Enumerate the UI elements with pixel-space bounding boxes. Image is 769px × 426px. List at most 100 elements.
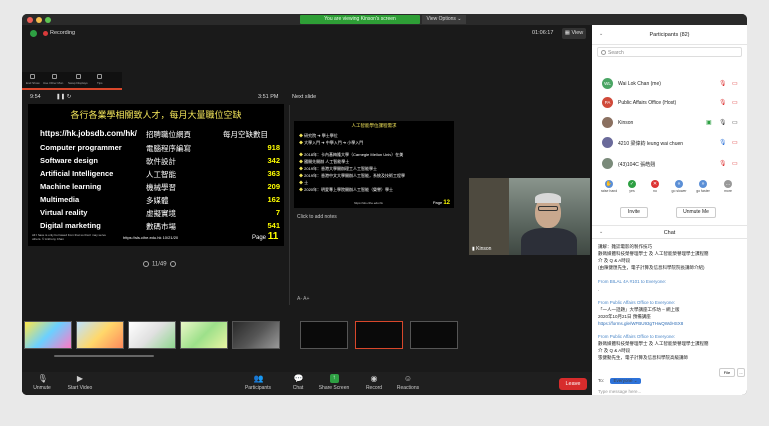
file-button[interactable]: File	[719, 368, 735, 377]
slide-thumbnail[interactable]	[128, 321, 176, 349]
video-off-icon[interactable]: ▭	[732, 99, 738, 106]
unmute-button[interactable]: 🎙 Unmute	[24, 374, 60, 391]
minimize-window-button[interactable]	[36, 17, 42, 23]
chat-input[interactable]: Type message here...	[598, 389, 641, 394]
job-count: 162	[267, 195, 280, 204]
prev-slide-icon[interactable]	[143, 261, 149, 267]
invite-button[interactable]: Invite	[620, 207, 648, 218]
participant-row[interactable]: WL Wai Lok Chan (me) 🎙 ▭	[592, 76, 747, 94]
pause-icon[interactable]: ❚❚ ↻	[56, 94, 71, 100]
chat-line: 介 及 Q & A時段	[598, 348, 631, 353]
job-zh: 電腦程序編寫	[146, 144, 191, 153]
view-button[interactable]: ▦ View	[562, 28, 586, 39]
start-video-button[interactable]: ▶ Start Video	[62, 374, 98, 391]
next-slide-title: 人工智能學位課程需求	[351, 123, 397, 128]
leave-button[interactable]: Leave	[559, 378, 587, 390]
participant-row[interactable]: (43)104C 張皓翹 🎙 ▭	[592, 156, 747, 174]
slide-pager: 11/49	[140, 261, 179, 268]
go-slower-button[interactable]: «go slower	[668, 180, 690, 193]
share-screen-button[interactable]: ↑ Share Screen	[316, 374, 352, 391]
reaction-label: go slower	[671, 189, 687, 193]
slide-row: Software design 軟件設計 342	[40, 156, 280, 168]
job-count: 363	[267, 169, 280, 178]
participant-row[interactable]: PA Public Affairs Office (Host) 🎙 ▭	[592, 95, 747, 113]
job-count: 918	[267, 143, 280, 152]
mic-muted-icon[interactable]: 🎙	[719, 99, 727, 106]
check-icon: ✓	[628, 180, 636, 188]
page-label: Page	[252, 235, 267, 241]
slide-thumbnail[interactable]	[232, 321, 280, 349]
video-shelf	[469, 178, 509, 255]
shield-icon[interactable]	[30, 30, 37, 37]
next-slide-icon[interactable]	[169, 261, 176, 267]
video-person-hair	[535, 193, 561, 203]
reaction-label: more	[724, 189, 732, 193]
end-show-icon[interactable]	[30, 74, 35, 79]
end-show-label: End Show	[26, 81, 40, 85]
mic-muted-icon[interactable]: 🎙	[719, 80, 727, 87]
font-size-controls[interactable]: A- A+	[297, 296, 309, 302]
next-slide-line: 國開先開辦 人工智能學士	[299, 159, 349, 165]
unmute-label: Unmute	[33, 385, 51, 391]
current-time: 3:51 PM	[258, 94, 279, 100]
slide-thumbnail[interactable]	[300, 321, 348, 349]
participants-button[interactable]: 👥 Participants	[240, 374, 276, 391]
video-off-icon[interactable]: ▭	[732, 80, 738, 87]
speaker-notes[interactable]: Click to add notes	[297, 214, 337, 220]
go-faster-button[interactable]: » go faster	[692, 180, 714, 193]
slide-row: Computer programmer 電腦程序編寫 918	[40, 143, 280, 155]
participant-row[interactable]: 4210 梁偉鈞 leung wai chuen 🎙 ▭	[592, 135, 747, 153]
job-en: Software design	[40, 156, 98, 165]
job-en: Artificial Intelligence	[40, 169, 114, 178]
slide-thumbnail[interactable]	[180, 321, 228, 349]
unmute-me-button[interactable]: Unmute Me	[676, 207, 716, 218]
slide-row: Virtual reality 虛擬實境 7	[40, 208, 280, 220]
chat-link[interactable]: https://forms.gle/WFBU93gTHwQWdHSX8	[598, 321, 738, 326]
next-slide-line: 2019年：香港中文大學開辦人工智能，系統及技術工程學	[299, 173, 405, 179]
monitor-icon[interactable]	[52, 74, 57, 79]
side-panel: ⌄ Participants (82) Search WL Wai Lok Ch…	[592, 25, 747, 395]
video-tile-kinson[interactable]: ▮ Kinson	[469, 178, 590, 255]
mic-muted-icon[interactable]: 🎙	[719, 160, 727, 167]
participant-name: 4210 梁偉鈞 leung wai chuen	[618, 141, 684, 147]
x-icon: ✕	[651, 180, 659, 188]
participant-search[interactable]: Search	[597, 47, 742, 57]
swap-icon[interactable]	[76, 74, 81, 79]
mic-icon[interactable]: 🎙	[719, 139, 727, 146]
view-options-button[interactable]: View Options ⌄	[422, 15, 466, 24]
participant-row[interactable]: Kinson ▣ 🎙 ▭	[592, 115, 747, 133]
mic-icon[interactable]: 🎙	[719, 119, 727, 126]
slide-thumbnail[interactable]	[76, 321, 124, 349]
video-off-icon[interactable]: ▭	[732, 160, 738, 167]
chat-line: .	[598, 287, 600, 292]
chat-button[interactable]: 💬 Chat	[280, 374, 316, 391]
chat-sender: From Public Affairs Office to Everyone:	[598, 334, 676, 339]
participants-label: Participants	[244, 385, 272, 391]
slide-thumbnail[interactable]	[24, 321, 72, 349]
share-screen-icon: ↑	[329, 374, 339, 383]
slide-url: https://hk.jobsdb.com/hk/	[40, 129, 137, 138]
recipient-dropdown[interactable]: Everyone ⌄	[610, 378, 641, 384]
raise-hand-button[interactable]: ✋ raise hand	[598, 180, 620, 193]
more-reactions-button[interactable]: … more	[717, 180, 739, 193]
video-icon[interactable]: ▭	[732, 119, 738, 126]
slide-row: Machine learning 機械學習 209	[40, 182, 280, 194]
zoom-window-button[interactable]	[45, 17, 51, 23]
yes-button[interactable]: ✓ yes	[621, 180, 643, 193]
slide-thumbnail-current[interactable]	[355, 321, 403, 349]
video-off-icon[interactable]: ▭	[732, 139, 738, 146]
tips-icon[interactable]	[97, 74, 102, 79]
swap-displays-label: Swap Displays	[68, 81, 88, 85]
chat-more-button[interactable]: ...	[737, 368, 745, 377]
recording-dot-icon	[43, 31, 48, 36]
record-button[interactable]: ◉ Record	[356, 374, 392, 391]
reactions-button[interactable]: ☺ Reactions	[390, 374, 426, 391]
slide-thumbnail[interactable]	[410, 321, 458, 349]
thumbnail-scrollbar[interactable]	[54, 355, 154, 357]
no-button[interactable]: ✕ no	[644, 180, 666, 193]
avatar: PA	[602, 97, 613, 108]
video-name: Kinson	[476, 246, 492, 252]
job-zh: 虛擬實境	[146, 209, 176, 218]
participants-header: ⌄ Participants (82)	[592, 25, 747, 45]
close-window-button[interactable]	[27, 17, 33, 23]
